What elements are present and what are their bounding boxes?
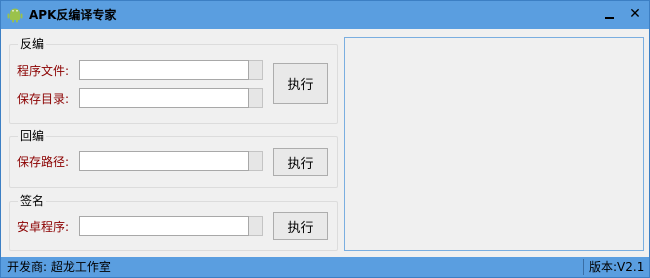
version-text: 版本:V2.1 — [589, 260, 645, 274]
apk-input[interactable] — [80, 217, 248, 235]
sign-group-title: 签名 — [18, 193, 47, 209]
apk-label: 安卓程序: — [17, 220, 70, 234]
save-path-field[interactable] — [79, 151, 249, 171]
program-file-browse-button[interactable] — [249, 60, 263, 80]
save-dir-browse-button[interactable] — [249, 88, 263, 108]
save-path-input[interactable] — [80, 152, 248, 170]
status-divider — [583, 259, 584, 275]
developer-text: 开发商: 超龙工作室 — [7, 260, 111, 274]
sign-run-button[interactable]: 执行 — [273, 212, 328, 240]
app-window: APK反编译专家 ✕ 反编 程序文件: 保存目录: 执行 回编 保存路径: 执行… — [0, 0, 650, 278]
apk-browse-button[interactable] — [249, 216, 263, 236]
android-icon — [7, 7, 23, 23]
decompile-group-title: 反编 — [18, 36, 47, 52]
status-bar: 开发商: 超龙工作室 版本:V2.1 — [1, 257, 649, 277]
save-path-label: 保存路径: — [17, 155, 70, 169]
recompile-group-title: 回编 — [18, 128, 47, 144]
close-button[interactable]: ✕ — [623, 3, 647, 25]
save-dir-input[interactable] — [80, 89, 248, 107]
title-bar[interactable]: APK反编译专家 ✕ — [1, 1, 649, 29]
program-file-input[interactable] — [80, 61, 248, 79]
window-title: APK反编译专家 — [29, 8, 117, 22]
decompile-run-button[interactable]: 执行 — [273, 63, 328, 104]
save-dir-field[interactable] — [79, 88, 249, 108]
save-path-browse-button[interactable] — [249, 151, 263, 171]
save-dir-label: 保存目录: — [17, 92, 70, 106]
apk-field[interactable] — [79, 216, 249, 236]
output-panel[interactable] — [344, 37, 644, 251]
program-file-field[interactable] — [79, 60, 249, 80]
recompile-run-button[interactable]: 执行 — [273, 148, 328, 176]
minimize-button[interactable] — [597, 3, 621, 25]
close-icon: ✕ — [629, 6, 641, 22]
program-file-label: 程序文件: — [17, 64, 70, 78]
minimize-icon — [604, 17, 614, 19]
